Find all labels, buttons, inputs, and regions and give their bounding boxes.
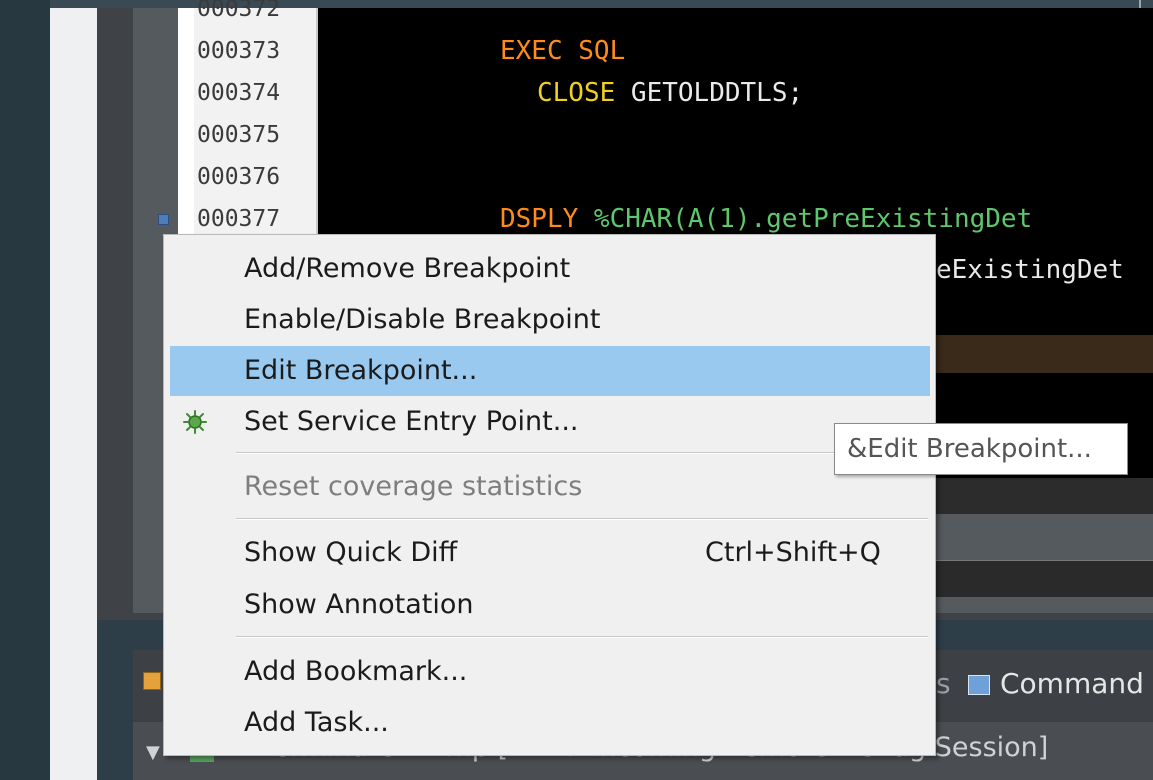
menu-item-label: Add Task...: [244, 707, 389, 738]
panel-tab-partial[interactable]: s: [936, 664, 951, 704]
menu-separator: [236, 636, 928, 638]
line-number: 000372: [197, 0, 281, 22]
menu-item-shortcut: Ctrl+Shift+Q: [705, 537, 881, 568]
line-number: 000376: [197, 164, 281, 190]
menu-item-label: Set Service Entry Point...: [244, 406, 579, 437]
menu-item-show-annotation[interactable]: Show Annotation: [170, 580, 930, 630]
menu-item-label: Show Annotation: [244, 589, 474, 620]
commands-icon: [968, 675, 990, 695]
menu-item-reset-coverage-statistics: Reset coverage statistics: [170, 462, 930, 512]
menu-item-enable-disable-breakpoint[interactable]: Enable/Disable Breakpoint: [170, 295, 930, 345]
menu-item-set-service-entry-point[interactable]: Set Service Entry Point...: [170, 397, 930, 447]
horizontal-scrollbar[interactable]: [930, 560, 1153, 597]
breakpoint-marker-icon[interactable]: [158, 214, 169, 225]
line-number: 000375: [197, 122, 281, 148]
code-exec-sql: EXEC SQL: [500, 36, 626, 66]
menu-item-add-remove-breakpoint[interactable]: Add/Remove Breakpoint: [170, 244, 930, 294]
menu-item-label: Show Quick Diff: [244, 537, 458, 568]
context-menu: Add/Remove Breakpoint Enable/Disable Bre…: [163, 234, 936, 756]
tab-commands[interactable]: Command: [968, 664, 1144, 704]
menu-item-label: Enable/Disable Breakpoint: [244, 304, 601, 335]
menu-separator: [236, 518, 928, 520]
service-entry-icon: [183, 410, 207, 434]
code-keyword: DSPLY: [500, 204, 579, 234]
editor-status-strip: [930, 478, 1153, 514]
menu-item-add-bookmark[interactable]: Add Bookmark...: [170, 647, 930, 697]
tab-commands-label: Command: [1000, 667, 1144, 700]
menu-item-label: Edit Breakpoint...: [244, 355, 478, 386]
code-close-statement: CLOSE GETOLDDTLS;: [537, 72, 803, 114]
menu-item-label: Reset coverage statistics: [244, 471, 583, 502]
console-tab-icon[interactable]: [143, 672, 161, 690]
menu-item-edit-breakpoint[interactable]: Edit Breakpoint...: [170, 346, 930, 396]
code-text: GETOLDDTLS;: [615, 78, 804, 108]
code-keyword: CLOSE: [537, 78, 616, 108]
annotation-ruler[interactable]: [178, 8, 194, 242]
left-dark-margin: [0, 0, 50, 780]
window-top-strip: [0, 0, 1153, 8]
line-number: 000374: [197, 80, 281, 106]
expand-chevron-icon[interactable]: ▼: [146, 742, 160, 763]
menu-separator: [236, 452, 928, 454]
menu-item-label: Add Bookmark...: [244, 656, 468, 687]
code-text: %CHAR(A(1).getPreExistingDet: [578, 204, 1033, 234]
current-line-highlight: [930, 335, 1153, 373]
code-partial-line: eExistingDet: [936, 255, 1124, 285]
menu-tooltip: &Edit Breakpoint...: [834, 423, 1128, 475]
left-light-margin: [50, 8, 97, 780]
menu-item-label: Add/Remove Breakpoint: [244, 253, 571, 284]
menu-item-add-task[interactable]: Add Task...: [170, 698, 930, 748]
menu-item-show-quick-diff[interactable]: Show Quick Diff Ctrl+Shift+Q: [170, 528, 930, 578]
line-number: 000373: [197, 38, 281, 64]
